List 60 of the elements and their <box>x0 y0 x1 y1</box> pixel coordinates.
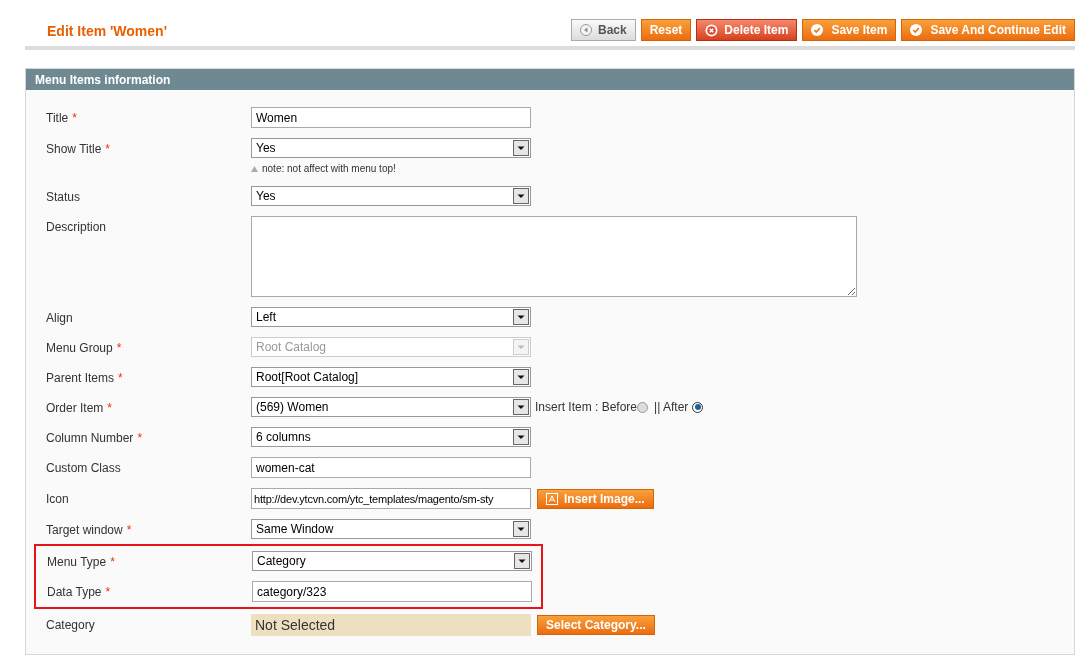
dropdown-field[interactable]: Yes <box>251 186 531 206</box>
dropdown-field[interactable]: Left <box>251 307 531 327</box>
dropdown-field[interactable]: Yes <box>251 138 531 158</box>
field-label: Order Item <box>46 401 104 415</box>
required-mark: * <box>105 142 111 156</box>
field-label: Parent Items <box>46 371 115 385</box>
required-mark: * <box>116 341 122 355</box>
image-icon <box>546 492 558 505</box>
triangle-icon <box>251 165 258 172</box>
text-field[interactable]: women-cat <box>251 457 531 478</box>
required-mark: * <box>107 401 113 415</box>
close-icon <box>705 23 719 37</box>
caret-icon <box>514 553 530 569</box>
field-note: note: not affect with menu top! <box>262 162 396 176</box>
page-title: Edit Item 'Women' <box>47 22 167 41</box>
caret-icon <box>513 399 529 415</box>
field-label: Title <box>46 111 69 125</box>
dropdown-field[interactable]: Root[Root Catalog] <box>251 367 531 387</box>
dropdown-field[interactable]: 6 columns <box>251 427 531 447</box>
field-label: Description <box>46 220 107 234</box>
dropdown-field[interactable]: Category <box>252 551 532 571</box>
field-label: Data Type <box>47 585 102 599</box>
section-header: Menu Items information <box>26 69 1074 90</box>
caret-icon <box>513 140 529 156</box>
caret-icon <box>513 369 529 385</box>
caret-icon <box>513 188 529 204</box>
caret-icon <box>513 429 529 445</box>
field-label: Align <box>46 311 73 325</box>
radio-button[interactable] <box>637 401 649 413</box>
field-label: Column Number <box>46 431 134 445</box>
required-mark: * <box>110 555 115 569</box>
caret-icon <box>513 309 529 325</box>
field-label: Icon <box>46 492 69 506</box>
category-value: Not Selected <box>251 614 531 636</box>
back-button[interactable]: Back <box>571 19 636 41</box>
text-field[interactable]: category/323 <box>252 581 532 602</box>
dropdown-field[interactable]: (569) Women <box>251 397 531 417</box>
check-icon <box>910 24 923 36</box>
field-label: Category <box>46 618 95 632</box>
required-mark: * <box>137 431 143 445</box>
description-textarea[interactable] <box>251 216 857 297</box>
text-field[interactable]: http://dev.ytcvn.com/ytc_templates/magento/sm-sty <box>251 488 531 509</box>
field-label: Menu Type <box>47 555 107 569</box>
dropdown-field[interactable]: Same Window <box>251 519 531 539</box>
required-mark: * <box>72 111 77 125</box>
field-label: Target window <box>46 523 123 537</box>
required-mark: * <box>118 371 123 385</box>
field-label: Status <box>46 190 81 204</box>
required-mark: * <box>105 585 111 599</box>
required-mark: * <box>126 523 132 537</box>
check-icon <box>811 24 824 36</box>
radio-button[interactable] <box>692 401 704 413</box>
field-label: Show Title <box>46 142 102 156</box>
field-label: Custom Class <box>46 461 121 475</box>
radio-label: || After <box>654 399 689 416</box>
text-field[interactable]: Women <box>251 107 531 128</box>
radio-label: Insert Item : Before <box>535 399 638 416</box>
caret-icon <box>513 521 529 537</box>
caret-icon <box>513 339 529 355</box>
field-label: Menu Group <box>46 341 113 355</box>
